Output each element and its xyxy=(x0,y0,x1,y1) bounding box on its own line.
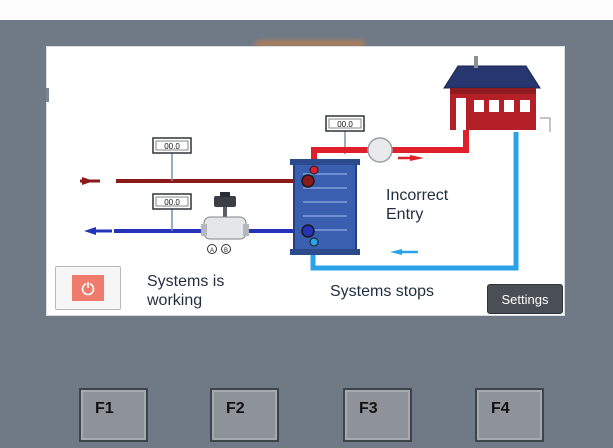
f1-key[interactable]: F1 xyxy=(79,388,148,442)
supply-arrow xyxy=(410,155,424,161)
hmi-screen: 00.0 00.0 00.0 A B Incorrect Entry Syste… xyxy=(46,46,565,316)
error-message: Incorrect Entry xyxy=(386,187,449,223)
sensor-readout-supply: 00.0 xyxy=(325,115,365,132)
settings-button[interactable]: Settings xyxy=(487,284,563,314)
house-icon xyxy=(443,56,551,132)
sensor-readout-cold-outlet: 00.0 xyxy=(152,193,192,210)
sensor-value: 00.0 xyxy=(164,198,180,207)
f2-key[interactable]: F2 xyxy=(210,388,279,442)
f4-key[interactable]: F4 xyxy=(475,388,544,442)
pump-icon xyxy=(367,137,393,163)
svg-text:A: A xyxy=(210,248,214,254)
control-valve-icon: A B xyxy=(201,192,249,254)
svg-text:B: B xyxy=(224,248,228,254)
heat-exchanger-icon xyxy=(290,159,360,255)
power-icon xyxy=(81,282,95,296)
panel-top-bezel xyxy=(0,0,613,20)
process-diagram: 00.0 00.0 00.0 A B xyxy=(46,56,551,271)
power-button-face xyxy=(72,275,104,301)
f3-key[interactable]: F3 xyxy=(343,388,412,442)
sensor-value: 00.0 xyxy=(337,120,353,129)
status-stops-label: Systems stops xyxy=(330,283,435,300)
sensor-readout-hot-inlet: 00.0 xyxy=(152,137,192,154)
sensor-value: 00.0 xyxy=(164,142,180,151)
screen-edge-mark xyxy=(46,88,49,102)
status-working-label: Systems is working xyxy=(147,273,225,309)
power-button[interactable] xyxy=(55,266,121,310)
